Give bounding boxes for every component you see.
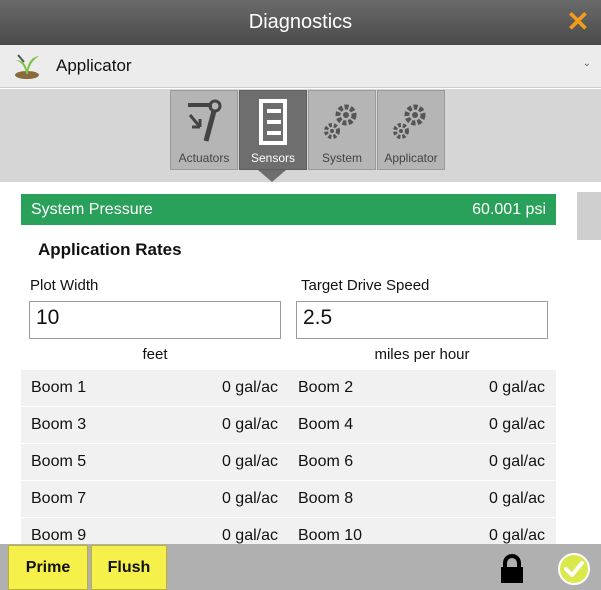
tab-label: Sensors: [250, 151, 296, 165]
diagnostics-content: System Pressure 60.001 psi Application R…: [0, 182, 601, 544]
tab-applicator[interactable]: Applicator: [377, 90, 445, 170]
boom-cell: Boom 1 0 gal/ac: [21, 370, 288, 406]
boom-cell: Boom 5 0 gal/ac: [21, 444, 288, 480]
boom-value: 0 gal/ac: [488, 527, 545, 544]
close-icon[interactable]: ✕: [565, 8, 591, 36]
tab-label: Actuators: [178, 151, 230, 165]
dropdown-selected-label: Applicator: [56, 56, 132, 75]
table-row: Boom 7 0 gal/ac Boom 8 0 gal/ac: [21, 481, 556, 517]
applicator-dropdown[interactable]: Applicator ⌄: [0, 45, 601, 88]
boom-name: Boom 5: [31, 453, 87, 470]
table-row: Boom 3 0 gal/ac Boom 4 0 gal/ac: [21, 407, 556, 443]
target-speed-field[interactable]: 2.5: [296, 301, 548, 339]
boom-name: Boom 2: [298, 379, 354, 396]
flush-button[interactable]: Flush: [91, 545, 167, 590]
boom-name: Boom 9: [31, 527, 87, 544]
boom-name: Boom 3: [31, 416, 87, 433]
sensors-icon: [259, 99, 287, 145]
chevron-down-icon: ⌄: [582, 58, 591, 69]
section-title: Application Rates: [38, 240, 182, 259]
plot-width-unit: feet: [142, 346, 168, 363]
boom-name: Boom 10: [298, 527, 363, 544]
gears-icon: [324, 104, 357, 139]
tab-label: Applicator: [384, 151, 438, 165]
boom-cell: Boom 10 0 gal/ac: [288, 518, 555, 544]
tab-system[interactable]: System: [308, 90, 376, 170]
boom-value: 0 gal/ac: [488, 490, 545, 507]
lock-icon[interactable]: [498, 554, 526, 584]
boom-name: Boom 1: [31, 379, 87, 396]
pressure-value: 60.001 psi: [472, 200, 546, 218]
table-row: Boom 5 0 gal/ac Boom 6 0 gal/ac: [21, 444, 556, 480]
boom-value: 0 gal/ac: [221, 527, 278, 544]
title-bar: Diagnostics ✕: [0, 0, 601, 45]
boom-rates-table: Boom 1 0 gal/ac Boom 2 0 gal/ac Boom 3 0 ga…: [21, 370, 556, 544]
scrollbar-thumb[interactable]: [577, 192, 601, 240]
boom-name: Boom 8: [298, 490, 354, 507]
plot-width-field[interactable]: 10: [29, 301, 281, 339]
boom-cell: Boom 4 0 gal/ac: [288, 407, 555, 443]
system-pressure-bar: System Pressure 60.001 psi: [21, 194, 556, 225]
boom-value: 0 gal/ac: [221, 453, 278, 470]
target-speed-label: Target Drive Speed: [301, 277, 430, 294]
boom-value: 0 gal/ac: [221, 416, 278, 433]
boom-cell: Boom 8 0 gal/ac: [288, 481, 555, 517]
boom-value: 0 gal/ac: [488, 416, 545, 433]
prime-button[interactable]: Prime: [8, 545, 88, 590]
boom-cell: Boom 9 0 gal/ac: [21, 518, 288, 544]
tab-strip: Actuators Sensors System Applicator: [0, 89, 601, 182]
checkmark-icon[interactable]: [557, 552, 591, 586]
boom-value: 0 gal/ac: [488, 379, 545, 396]
boom-value: 0 gal/ac: [488, 453, 545, 470]
pressure-label: System Pressure: [31, 200, 153, 218]
target-speed-unit: miles per hour: [374, 346, 470, 363]
gears-icon: [393, 104, 426, 139]
tab-sensors[interactable]: Sensors: [239, 90, 307, 170]
boom-name: Boom 6: [298, 453, 354, 470]
boom-cell: Boom 3 0 gal/ac: [21, 407, 288, 443]
boom-name: Boom 4: [298, 416, 354, 433]
boom-value: 0 gal/ac: [221, 490, 278, 507]
table-row: Boom 9 0 gal/ac Boom 10 0 gal/ac: [21, 518, 556, 544]
active-tab-pointer: [258, 170, 286, 182]
plant-icon: [15, 54, 39, 79]
tab-label: System: [321, 151, 362, 165]
boom-cell: Boom 7 0 gal/ac: [21, 481, 288, 517]
window-title: Diagnostics: [248, 11, 353, 33]
plot-width-label: Plot Width: [30, 277, 99, 294]
boom-name: Boom 7: [31, 490, 87, 507]
actuator-icon: [188, 99, 222, 142]
boom-cell: Boom 6 0 gal/ac: [288, 444, 555, 480]
table-row: Boom 1 0 gal/ac Boom 2 0 gal/ac: [21, 370, 556, 406]
tab-actuators[interactable]: Actuators: [170, 90, 238, 170]
boom-value: 0 gal/ac: [221, 379, 278, 396]
boom-cell: Boom 2 0 gal/ac: [288, 370, 555, 406]
